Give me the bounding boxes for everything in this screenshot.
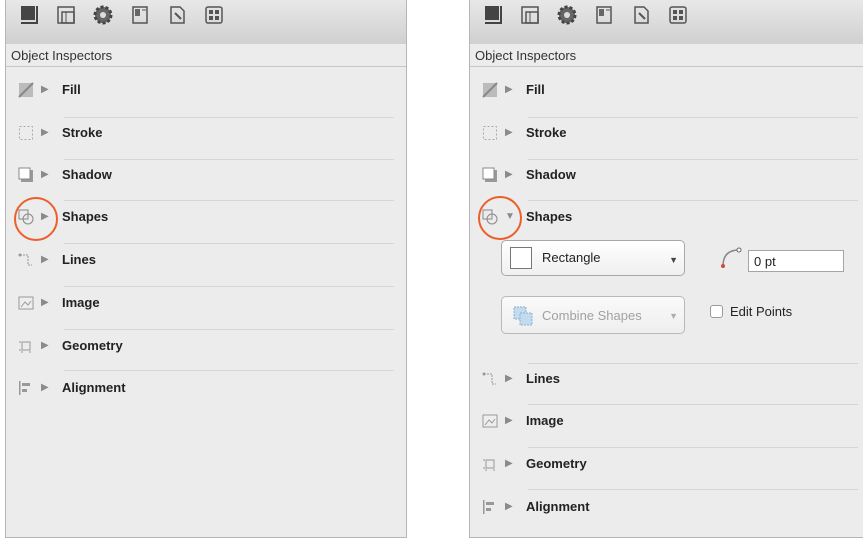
section-lines[interactable]: ▶ Lines [470, 359, 863, 399]
section-label: Geometry [62, 338, 123, 353]
section-shadow[interactable]: ▶ Shadow [470, 155, 863, 195]
alignment-icon [483, 500, 494, 514]
highlight-circle [478, 196, 522, 240]
combine-shapes-icon [513, 306, 533, 326]
layer-inspector-icon[interactable] [55, 4, 77, 26]
section-fill[interactable]: ▶ Fill [470, 70, 863, 110]
disclosure-triangle-icon[interactable]: ▶ [41, 254, 49, 265]
corner-radius-field[interactable]: 0 pt [748, 250, 844, 272]
inspector-panel-expanded: Object Inspectors ▶ Fill ▶ Stroke ▶ Shad… [469, 0, 863, 538]
shadow-icon [18, 167, 33, 182]
section-label: Stroke [62, 125, 103, 140]
stroke-icon [19, 126, 33, 140]
section-label: Lines [62, 252, 96, 267]
disclosure-triangle-icon[interactable]: ▶ [505, 84, 513, 95]
grid-inspector-icon[interactable] [667, 4, 689, 26]
disclosure-triangle-icon[interactable]: ▶ [505, 501, 513, 512]
lines-icon [482, 372, 496, 385]
disclosure-triangle-icon[interactable]: ▶ [41, 297, 49, 308]
section-label: Lines [526, 371, 560, 386]
layer-inspector-icon[interactable] [519, 4, 541, 26]
stroke-icon [483, 126, 497, 140]
section-shadow[interactable]: ▶ Shadow [6, 155, 406, 195]
gear-inspector-icon[interactable] [92, 4, 114, 26]
section-geometry[interactable]: ▶ Geometry [6, 326, 406, 366]
section-fill[interactable]: ▶ Fill [6, 70, 406, 110]
inspector-panel-collapsed: Object Inspectors ▶ Fill ▶ Stroke ▶ Shad… [5, 0, 407, 538]
inspector-toolbar [470, 0, 863, 44]
section-shapes[interactable]: ▶ Shapes [6, 197, 406, 237]
corner-radius-icon [721, 247, 742, 268]
section-stroke[interactable]: ▶ Stroke [470, 113, 863, 153]
section-label: Stroke [526, 125, 567, 140]
section-label: Shadow [62, 167, 112, 182]
disclosure-triangle-icon[interactable]: ▶ [41, 84, 49, 95]
geometry-icon [19, 341, 31, 353]
section-label: Shapes [526, 209, 573, 224]
disclosure-triangle-icon[interactable]: ▶ [505, 415, 513, 426]
properties-inspector-icon[interactable] [593, 4, 615, 26]
geometry-icon [483, 459, 495, 471]
document-inspector-icon[interactable] [166, 4, 188, 26]
inspector-title: Object Inspectors [11, 48, 113, 63]
chevron-down-icon: ▼ [669, 311, 678, 321]
disclosure-triangle-icon[interactable]: ▶ [505, 127, 513, 138]
fill-icon [18, 82, 34, 98]
section-image[interactable]: ▶ Image [6, 283, 406, 323]
canvas-inspector-icon[interactable] [482, 4, 504, 26]
inspector-toolbar [6, 0, 406, 44]
section-alignment[interactable]: ▶ Alignment [470, 487, 863, 527]
section-label: Fill [62, 82, 81, 97]
inspector-title: Object Inspectors [475, 48, 577, 63]
shape-swatch [510, 247, 532, 269]
canvas-inspector-icon[interactable] [18, 4, 40, 26]
properties-inspector-icon[interactable] [129, 4, 151, 26]
edit-points-checkbox[interactable] [710, 305, 723, 318]
section-label: Shapes [62, 209, 109, 224]
title-divider [6, 66, 406, 67]
shadow-icon [482, 167, 497, 182]
disclosure-triangle-icon[interactable]: ▶ [41, 340, 49, 351]
section-geometry[interactable]: ▶ Geometry [470, 444, 863, 484]
disclosure-triangle-icon[interactable]: ▶ [41, 127, 49, 138]
section-label: Image [526, 413, 564, 428]
alignment-icon [19, 381, 30, 395]
section-label: Shadow [526, 167, 576, 182]
image-icon [482, 414, 498, 428]
section-label: Alignment [62, 380, 126, 395]
grid-inspector-icon[interactable] [203, 4, 225, 26]
section-shapes[interactable]: ▼ Shapes [470, 197, 863, 237]
disclosure-triangle-icon[interactable]: ▶ [505, 458, 513, 469]
section-alignment[interactable]: ▶ Alignment [6, 368, 406, 408]
section-label: Fill [526, 82, 545, 97]
disclosure-triangle-icon[interactable]: ▶ [41, 382, 49, 393]
disclosure-triangle-icon[interactable]: ▶ [505, 373, 513, 384]
gear-inspector-icon[interactable] [556, 4, 578, 26]
lines-icon [18, 253, 32, 266]
chevron-down-icon: ▼ [669, 255, 678, 265]
document-inspector-icon[interactable] [630, 4, 652, 26]
section-lines[interactable]: ▶ Lines [6, 240, 406, 280]
combine-shapes-button[interactable]: Combine Shapes ▼ [501, 296, 685, 334]
shape-type-popup[interactable]: Rectangle ▼ [501, 240, 685, 276]
section-label: Geometry [526, 456, 587, 471]
section-label: Alignment [526, 499, 590, 514]
highlight-circle [14, 197, 58, 241]
image-icon [18, 296, 34, 310]
disclosure-triangle-icon[interactable]: ▶ [41, 169, 49, 180]
disclosure-triangle-icon[interactable]: ▶ [505, 169, 513, 180]
shape-type-label: Rectangle [542, 250, 601, 265]
section-stroke[interactable]: ▶ Stroke [6, 113, 406, 153]
section-image[interactable]: ▶ Image [470, 401, 863, 441]
title-divider [470, 66, 863, 67]
combine-shapes-label: Combine Shapes [542, 308, 642, 323]
fill-icon [482, 82, 498, 98]
edit-points-label: Edit Points [730, 304, 793, 319]
section-label: Image [62, 295, 100, 310]
